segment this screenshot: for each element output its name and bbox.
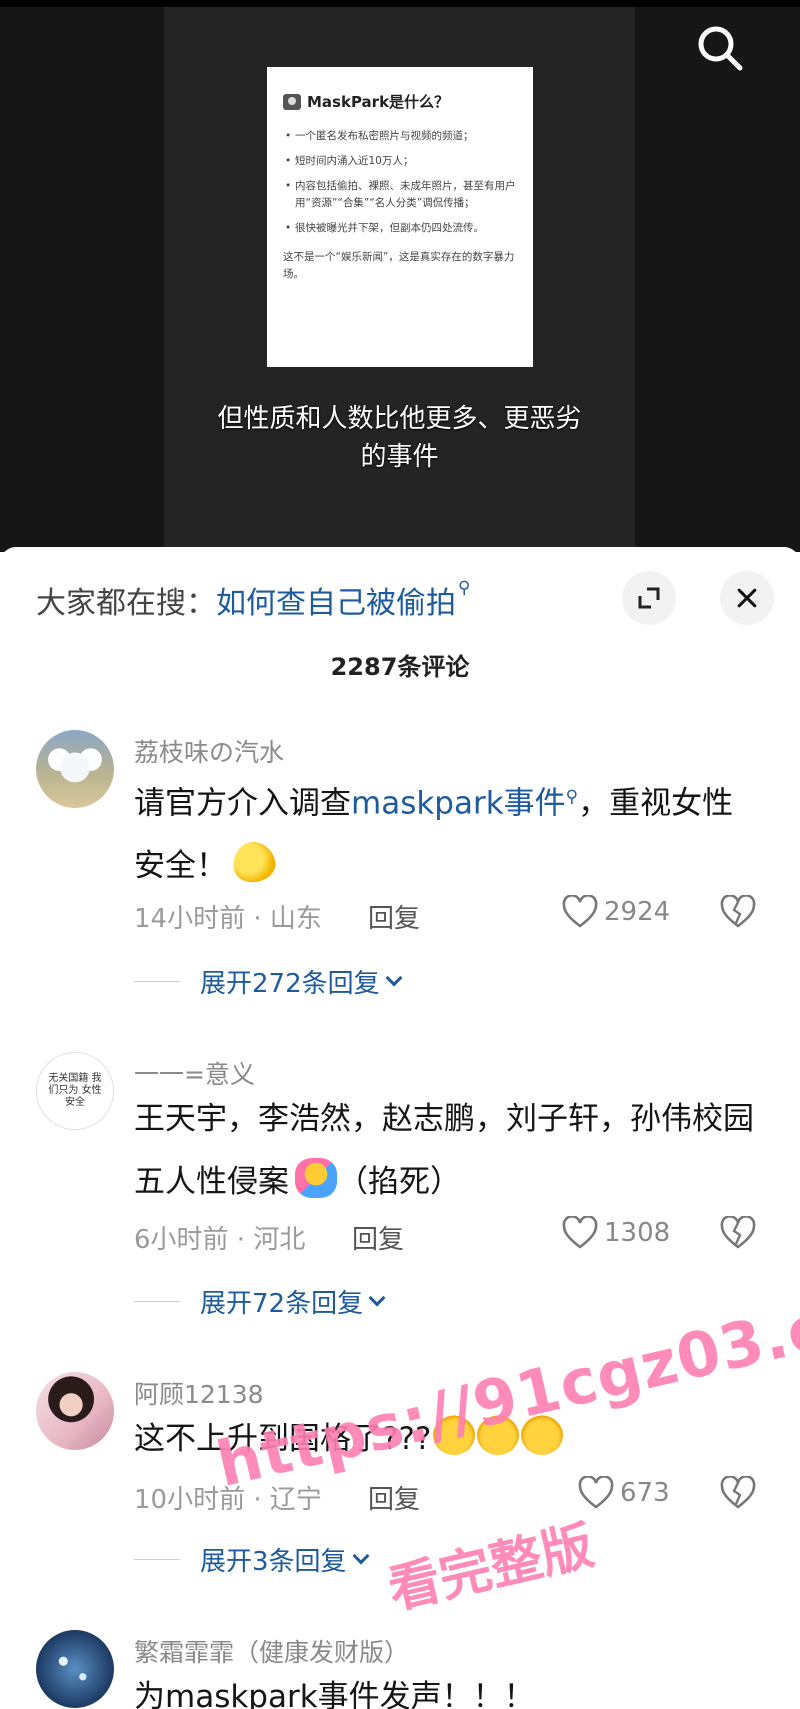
comment-item: 无关国籍 我们只为 女性安全 一一=意义 王天宇，李浩然，赵志鹏，刘子轩，孙伟校… [0, 1052, 800, 1332]
comment-item: 繁霜霏霏（健康发财版） 为maskpark事件发声！！！ [0, 1630, 800, 1709]
comment-sheet: 大家都在搜： 如何查自己被偷拍 ⚲ 2287条评论 荔枝味の汽水 请官方介入调查… [0, 547, 800, 1709]
divider [134, 1559, 180, 1560]
avatar[interactable] [36, 730, 114, 808]
info-card: MaskPark是什么？ 一个匿名发布私密照片与视频的频道； 短时间内涌入近10… [267, 67, 533, 367]
card-note: 这不是一个“娱乐新闻”，这是真实存在的数字暴力场。 [283, 251, 515, 280]
heart-outline-icon [562, 1216, 598, 1249]
like-count: 2924 [604, 897, 671, 927]
expand-icon [638, 587, 660, 609]
comment-item: 阿顾12138 这不上升到国格了??? 10小时前 · 辽宁 回复 673 展开… [0, 1372, 800, 1592]
chevron-down-icon [352, 1547, 370, 1564]
comment-item: 荔枝味の汽水 请官方介入调查maskpark事件⚲，重视女性安全！ 14小时前 … [0, 730, 800, 1010]
broken-heart-icon [720, 1215, 756, 1249]
close-button[interactable] [720, 571, 774, 625]
sweat-smile-emoji-icon [477, 1415, 520, 1455]
heart-emoji-icon [229, 838, 279, 887]
divider [134, 1301, 180, 1302]
fullscreen-button[interactable] [622, 571, 676, 625]
avatar[interactable] [36, 1630, 114, 1708]
reply-button[interactable]: 回复 [352, 1219, 404, 1256]
comment-hashtag-link[interactable]: maskpark事件 [351, 785, 566, 821]
close-icon [737, 588, 757, 608]
expand-replies[interactable]: 展开272条回复 [134, 963, 403, 1000]
comment-text: 这不上升到国格了??? [134, 1408, 754, 1471]
reply-button[interactable]: 回复 [368, 898, 420, 935]
search-mini-icon: ⚲ [565, 787, 579, 807]
like-button[interactable]: 1308 [562, 1216, 670, 1250]
like-count: 673 [620, 1478, 670, 1508]
comment-username[interactable]: 荔枝味の汽水 [134, 733, 284, 769]
comment-text: 为maskpark事件发声！！！ [134, 1679, 535, 1709]
comment-meta: 6小时前 · 河北 [134, 1225, 306, 1255]
hug-emoji-icon [295, 1158, 337, 1198]
card-title: MaskPark是什么？ [283, 91, 517, 112]
dislike-button[interactable] [720, 1475, 756, 1510]
heart-outline-icon [578, 1476, 614, 1509]
status-strip [0, 0, 800, 7]
broken-heart-icon [720, 1475, 756, 1509]
like-count: 1308 [604, 1218, 671, 1248]
expand-replies[interactable]: 展开72条回复 [134, 1283, 386, 1320]
hot-search-link[interactable]: 如何查自己被偷拍 [216, 578, 456, 622]
sweat-smile-emoji-icon [433, 1415, 476, 1455]
chevron-down-icon [368, 1289, 386, 1306]
comment-username[interactable]: 阿顾12138 [134, 1375, 264, 1411]
search-button[interactable] [692, 20, 748, 76]
avatar[interactable]: 无关国籍 我们只为 女性安全 [36, 1052, 114, 1130]
card-item: 很快被曝光并下架，但副本仍四处流传。 [283, 220, 517, 237]
hot-search-prefix: 大家都在搜： [36, 586, 216, 621]
hot-search-bar: 大家都在搜： 如何查自己被偷拍 ⚲ [36, 578, 470, 622]
expand-replies[interactable]: 展开3条回复 [134, 1541, 370, 1578]
comment-text: 请官方介入调查maskpark事件⚲，重视女性安全！ [134, 785, 734, 887]
video-subtitle: 但性质和人数比他更多、更恶劣 的事件 [217, 404, 582, 472]
chevron-down-icon [385, 969, 403, 986]
card-item: 一个匿名发布私密照片与视频的频道； [283, 128, 517, 145]
dislike-button[interactable] [720, 1215, 756, 1250]
comment-meta: 10小时前 · 辽宁 [134, 1485, 322, 1515]
avatar[interactable] [36, 1372, 114, 1450]
like-button[interactable]: 673 [578, 1476, 670, 1510]
comment-text: 王天宇，李浩然，赵志鹏，刘子轩，孙伟校园五人性侵案 （掐死） [134, 1101, 754, 1200]
reply-button[interactable]: 回复 [368, 1479, 420, 1516]
divider [134, 981, 180, 982]
card-item: 内容包括偷拍、裸照、未成年照片，甚至有用户用“资源”“合集”“名人分类”调侃传播… [283, 178, 517, 212]
broken-heart-icon [720, 894, 756, 928]
camera-icon [283, 93, 301, 110]
card-list: 一个匿名发布私密照片与视频的频道； 短时间内涌入近10万人； 内容包括偷拍、裸照… [283, 128, 517, 237]
comment-count: 2287条评论 [330, 653, 470, 681]
comment-username[interactable]: 一一=意义 [134, 1055, 255, 1091]
heart-outline-icon [562, 895, 598, 928]
video-player[interactable]: MaskPark是什么？ 一个匿名发布私密照片与视频的频道； 短时间内涌入近10… [0, 0, 800, 552]
search-mini-icon: ⚲ [458, 578, 471, 598]
card-item: 短时间内涌入近10万人； [283, 153, 517, 170]
comment-username[interactable]: 繁霜霏霏（健康发财版） [134, 1633, 409, 1669]
sweat-smile-emoji-icon [521, 1415, 564, 1455]
dislike-button[interactable] [720, 894, 756, 929]
comment-meta: 14小时前 · 山东 [134, 904, 322, 934]
search-icon [698, 26, 743, 71]
like-button[interactable]: 2924 [562, 895, 670, 929]
